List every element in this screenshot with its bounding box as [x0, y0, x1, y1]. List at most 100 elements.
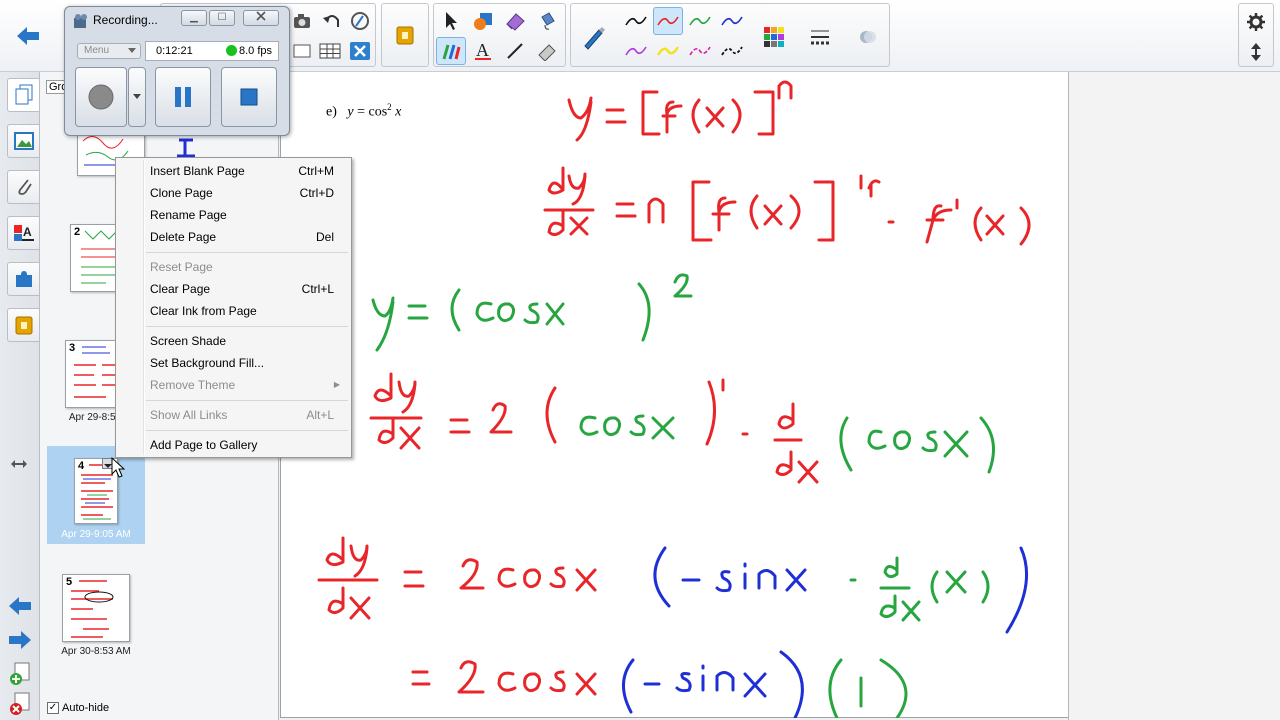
pen-style-purple[interactable]: [621, 37, 651, 65]
pen-style-black[interactable]: [621, 7, 651, 35]
record-button[interactable]: [75, 67, 127, 127]
stop-button[interactable]: [221, 67, 277, 127]
close-icon: [256, 11, 266, 21]
pen-style-dashed[interactable]: [717, 37, 747, 65]
autohide-label: Auto-hide: [62, 702, 110, 714]
recorder-menu-dropdown[interactable]: Menu: [77, 43, 141, 59]
undo-button[interactable]: [317, 7, 347, 35]
pen-style-yellow[interactable]: [653, 37, 683, 65]
menu-item-label: Delete Page: [150, 230, 217, 244]
menu-item-shortcut: Ctrl+D: [299, 186, 334, 200]
delete-page-icon: [10, 692, 30, 715]
table-button[interactable]: [315, 37, 345, 65]
ink-line-3: [371, 273, 693, 352]
color-palette-button[interactable]: [757, 21, 791, 53]
page-sorter-icon: [15, 84, 32, 105]
delete-page-button[interactable]: [9, 692, 31, 719]
next-page-button[interactable]: [7, 630, 33, 653]
recorder-window[interactable]: Recording... ▁ ☐ Menu 0:12:21 8.0 fps: [64, 6, 290, 136]
recorder-close-button[interactable]: [243, 10, 279, 26]
line-button[interactable]: [500, 37, 530, 65]
pen-style-green[interactable]: [685, 7, 715, 35]
line-width-button[interactable]: [803, 21, 837, 53]
tab-page-sorter[interactable]: [7, 78, 39, 112]
tab-gallery[interactable]: [7, 124, 39, 158]
menu-item-delete-page[interactable]: Delete Page Del: [119, 226, 348, 248]
select-arrow-icon: [446, 12, 457, 30]
page-number: 4: [78, 460, 85, 472]
pen-style-red[interactable]: [653, 7, 683, 35]
camera-button[interactable]: [287, 7, 317, 35]
move-toolbar-button[interactable]: [1241, 38, 1271, 66]
tab-attachments[interactable]: [7, 170, 39, 204]
ink-line-4-green: [579, 414, 995, 474]
recorder-fps-value: 8.0 fps: [238, 45, 272, 57]
select-button[interactable]: [436, 7, 466, 35]
menu-item-label: Remove Theme: [150, 378, 236, 392]
transparency-button[interactable]: [851, 21, 885, 53]
screen-button[interactable]: [287, 37, 317, 65]
properties-icon: A: [13, 225, 34, 241]
shapes-icon: [474, 13, 492, 30]
menu-item-screen-shade[interactable]: Screen Shade: [119, 330, 348, 352]
menu-item-clear-page[interactable]: Clear Page Ctrl+L: [119, 278, 348, 300]
recorder-maximize-button[interactable]: ☐: [209, 10, 235, 26]
menu-separator: [146, 430, 348, 431]
tab-lesson-activity[interactable]: [7, 308, 39, 342]
menu-item-label: Add Page to Gallery: [150, 438, 258, 452]
pen-style-icon: [721, 46, 743, 56]
fill-button[interactable]: [532, 7, 562, 35]
text-button[interactable]: A: [468, 37, 498, 65]
settings-gear-icon: [1247, 13, 1265, 31]
page-context-menu: Insert Blank Page Ctrl+M Clone Page Ctrl+D…: [115, 157, 352, 458]
pen-style-blue[interactable]: [717, 7, 747, 35]
autohide-checkbox[interactable]: ✓: [47, 702, 59, 714]
back-button[interactable]: [8, 18, 48, 54]
ink-line-5-green: [849, 556, 990, 622]
creative-pens-icon: [442, 44, 461, 60]
svg-text:A: A: [23, 225, 32, 239]
line-width-icon: [811, 30, 829, 45]
creative-pens-button[interactable]: [436, 37, 466, 65]
ink-line-6: [411, 660, 597, 696]
autohide-toggle[interactable]: ✓ Auto-hide: [47, 702, 109, 714]
table-icon: [319, 43, 341, 59]
settings-button[interactable]: [1241, 8, 1271, 36]
color-palette-icon: [764, 27, 784, 47]
menu-item-rename-page[interactable]: Rename Page: [119, 204, 348, 226]
pen-settings-button[interactable]: [345, 7, 375, 35]
pause-button[interactable]: [155, 67, 211, 127]
tab-properties[interactable]: A: [7, 216, 39, 250]
page-thumbnail[interactable]: 5: [62, 574, 130, 642]
gadget-button[interactable]: [390, 21, 420, 49]
record-options-dropdown[interactable]: [128, 67, 146, 127]
menu-item-insert-blank-page[interactable]: Insert Blank Page Ctrl+M: [119, 160, 348, 182]
add-page-button[interactable]: [9, 662, 31, 689]
page-date-label: Apr 30-8:53 AM: [61, 646, 131, 657]
menu-item-clone-page[interactable]: Clone Page Ctrl+D: [119, 182, 348, 204]
highlighter-button[interactable]: [532, 37, 562, 65]
recorder-minimize-button[interactable]: ▁: [181, 10, 207, 26]
pen-icon: [584, 27, 605, 50]
pen-style-icon: [625, 46, 647, 56]
cursor-icon: [111, 457, 125, 478]
ink-line-5: [317, 536, 597, 620]
pen-style-magenta[interactable]: [685, 37, 715, 65]
prev-page-button[interactable]: [7, 596, 33, 619]
whiteboard-page[interactable]: e) y = cos2 x: [280, 72, 1068, 718]
menu-item-add-page-to-gallery[interactable]: Add Page to Gallery: [119, 434, 348, 456]
eraser-button[interactable]: [500, 7, 530, 35]
pen-button[interactable]: [577, 21, 611, 53]
menu-item-set-background-fill[interactable]: Set Background Fill...: [119, 352, 348, 374]
menu-item-clear-ink[interactable]: Clear Ink from Page: [119, 300, 348, 322]
tab-addons[interactable]: [7, 262, 39, 296]
attachments-icon: [17, 179, 32, 195]
delete-button[interactable]: [345, 37, 375, 65]
stop-icon: [240, 88, 258, 106]
menu-separator: [146, 400, 348, 401]
page-number: 2: [74, 226, 81, 238]
shapes-button[interactable]: [468, 7, 498, 35]
menu-item-label: Show All Links: [150, 408, 228, 422]
panel-resize-handle[interactable]: [10, 458, 28, 472]
lesson-activity-icon: [15, 316, 32, 335]
